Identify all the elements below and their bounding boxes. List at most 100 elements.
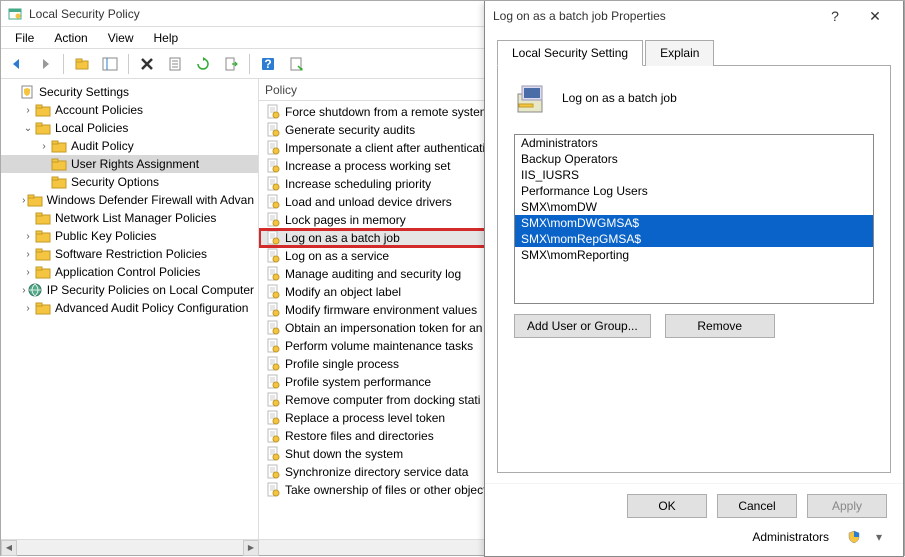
tab-local-security-setting[interactable]: Local Security Setting: [497, 40, 643, 66]
folder-icon: [35, 300, 51, 316]
folder-icon: [51, 138, 67, 154]
tree-node[interactable]: ›Software Restriction Policies: [1, 245, 258, 263]
tree-node[interactable]: Security Options: [1, 173, 258, 191]
add-user-button[interactable]: Add User or Group...: [514, 314, 651, 338]
policy-item-label: Lock pages in memory: [285, 213, 406, 227]
user-row[interactable]: Performance Log Users: [515, 183, 873, 199]
user-row[interactable]: SMX\momDW: [515, 199, 873, 215]
refresh-button[interactable]: [191, 52, 215, 76]
apply-button[interactable]: Apply: [807, 494, 887, 518]
expand-icon[interactable]: [21, 211, 35, 225]
policy-item-label: Replace a process level token: [285, 411, 445, 425]
folder-icon: [51, 174, 67, 190]
forward-button[interactable]: [33, 52, 57, 76]
delete-button[interactable]: [135, 52, 159, 76]
tree-node[interactable]: ›IP Security Policies on Local Computer: [1, 281, 258, 299]
tree-node-label: Advanced Audit Policy Configuration: [55, 301, 248, 315]
app-icon: [7, 6, 23, 22]
expand-icon[interactable]: ›: [21, 229, 35, 243]
svg-text:?: ?: [264, 57, 271, 71]
tab-strip: Local Security Setting Explain: [497, 39, 891, 66]
action-button[interactable]: [284, 52, 308, 76]
users-listbox[interactable]: AdministratorsBackup OperatorsIIS_IUSRSP…: [514, 134, 874, 304]
expand-icon[interactable]: ›: [21, 103, 35, 117]
expand-icon[interactable]: ›: [21, 301, 35, 315]
toolbar-separator: [249, 54, 250, 74]
properties-button[interactable]: [163, 52, 187, 76]
cancel-button[interactable]: Cancel: [717, 494, 797, 518]
folder-icon: [35, 264, 51, 280]
ok-button[interactable]: OK: [627, 494, 707, 518]
export-button[interactable]: [219, 52, 243, 76]
expand-icon[interactable]: [37, 175, 51, 189]
folder-icon: [27, 192, 43, 208]
tree-node-label: Network List Manager Policies: [55, 211, 216, 225]
tree-node[interactable]: Network List Manager Policies: [1, 209, 258, 227]
tree-node[interactable]: › Account Policies: [1, 101, 258, 119]
show-hide-tree-button[interactable]: [98, 52, 122, 76]
toolbar-separator: [128, 54, 129, 74]
policy-item-icon: [265, 428, 281, 444]
tree-node-label: User Rights Assignment: [71, 157, 199, 171]
menu-view[interactable]: View: [98, 29, 144, 47]
policy-item-label: Manage auditing and security log: [285, 267, 461, 281]
policy-item-icon: [265, 446, 281, 462]
tree-node[interactable]: › Audit Policy: [1, 137, 258, 155]
menu-action[interactable]: Action: [44, 29, 97, 47]
scroll-left-button[interactable]: ◀: [1, 540, 17, 556]
user-row[interactable]: SMX\momDWGMSA$: [515, 215, 873, 231]
tree-node-label: Windows Defender Firewall with Advan: [47, 193, 254, 207]
policy-header-label: Policy: [265, 83, 297, 97]
menu-help[interactable]: Help: [144, 29, 189, 47]
policy-item-label: Synchronize directory service data: [285, 465, 468, 479]
tree-node-label: Local Policies: [55, 121, 128, 135]
policy-item-label: Generate security audits: [285, 123, 415, 137]
expand-icon[interactable]: ⌄: [21, 121, 35, 135]
policy-item-icon: [265, 122, 281, 138]
chevron-down-icon[interactable]: ▾: [871, 530, 887, 544]
tree-node[interactable]: ⌄ Local Policies: [1, 119, 258, 137]
tree-root[interactable]: Security Settings: [1, 83, 258, 101]
policy-item-icon: [265, 356, 281, 372]
expand-icon[interactable]: ›: [37, 139, 51, 153]
tree-root-label: Security Settings: [39, 85, 129, 99]
menu-file[interactable]: File: [5, 29, 44, 47]
dialog-title: Log on as a batch job Properties: [493, 9, 815, 23]
policy-icon: [514, 80, 550, 116]
user-row[interactable]: Administrators: [515, 135, 873, 151]
scroll-right-button[interactable]: ▶: [243, 540, 259, 556]
user-row[interactable]: SMX\momRepGMSA$: [515, 231, 873, 247]
dialog-title-bar: Log on as a batch job Properties ? ✕: [485, 1, 903, 31]
folder-icon: [51, 156, 67, 172]
tab-explain[interactable]: Explain: [645, 40, 714, 66]
dialog-close-button[interactable]: ✕: [855, 1, 895, 31]
tree-node[interactable]: User Rights Assignment: [1, 155, 258, 173]
policy-item-icon: [265, 284, 281, 300]
back-button[interactable]: [5, 52, 29, 76]
up-button[interactable]: [70, 52, 94, 76]
tree-node[interactable]: ›Windows Defender Firewall with Advan: [1, 191, 258, 209]
policy-item-icon: [265, 140, 281, 156]
user-row[interactable]: IIS_IUSRS: [515, 167, 873, 183]
help-button[interactable]: ?: [256, 52, 280, 76]
tree-node-label: Account Policies: [55, 103, 143, 117]
tree-node[interactable]: ›Public Key Policies: [1, 227, 258, 245]
tree-node[interactable]: ›Application Control Policies: [1, 263, 258, 281]
remove-button[interactable]: Remove: [665, 314, 775, 338]
user-row[interactable]: SMX\momReporting: [515, 247, 873, 263]
expand-icon[interactable]: [37, 157, 51, 171]
expand-icon[interactable]: ›: [21, 265, 35, 279]
policy-item-icon: [265, 464, 281, 480]
collapse-icon[interactable]: [5, 85, 19, 99]
policy-item-icon: [265, 482, 281, 498]
policy-item-label: Take ownership of files or other objects: [285, 483, 492, 497]
expand-icon[interactable]: ›: [21, 247, 35, 261]
tree-node[interactable]: › Advanced Audit Policy Configuration: [1, 299, 258, 317]
dialog-footer: OK Cancel Apply: [485, 483, 903, 530]
user-row[interactable]: Backup Operators: [515, 151, 873, 167]
dialog-help-button[interactable]: ?: [815, 1, 855, 31]
policy-item-icon: [265, 338, 281, 354]
tree-node-label: Audit Policy: [71, 139, 134, 153]
policy-item-icon: [265, 266, 281, 282]
tab-content: Log on as a batch job AdministratorsBack…: [497, 66, 891, 473]
